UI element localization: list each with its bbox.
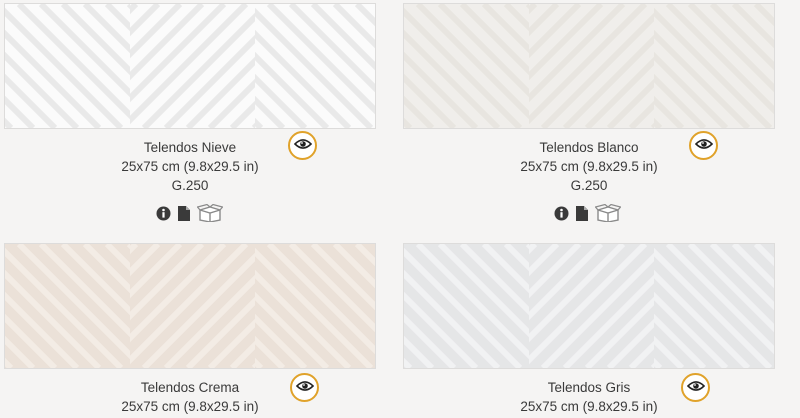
product-info: Telendos Crema 25x75 cm (9.8x29.5 in) bbox=[4, 378, 376, 416]
product-actions bbox=[554, 204, 621, 222]
product-size: 25x75 cm (9.8x29.5 in) bbox=[121, 399, 259, 414]
view-button[interactable] bbox=[288, 131, 317, 160]
product-card: Telendos Gris 25x75 cm (9.8x29.5 in) bbox=[403, 243, 775, 416]
view-button[interactable] bbox=[689, 131, 718, 160]
product-image[interactable] bbox=[4, 3, 376, 129]
product-image[interactable] bbox=[403, 243, 775, 369]
view-button[interactable] bbox=[290, 373, 319, 402]
product-image[interactable] bbox=[403, 3, 775, 129]
product-size: 25x75 cm (9.8x29.5 in) bbox=[121, 159, 259, 174]
document-icon[interactable] bbox=[576, 205, 588, 221]
product-info: Telendos Blanco 25x75 cm (9.8x29.5 in) G… bbox=[403, 138, 775, 195]
eye-icon bbox=[293, 137, 312, 155]
eye-icon bbox=[686, 379, 705, 397]
box-icon[interactable] bbox=[595, 204, 621, 222]
product-name: Telendos Blanco bbox=[539, 140, 639, 155]
view-button[interactable] bbox=[681, 373, 710, 402]
product-actions bbox=[156, 204, 223, 222]
product-card: Telendos Crema 25x75 cm (9.8x29.5 in) bbox=[4, 243, 376, 416]
document-icon[interactable] bbox=[178, 205, 190, 221]
product-card: Telendos Nieve 25x75 cm (9.8x29.5 in) G.… bbox=[4, 3, 376, 222]
product-name: Telendos Crema bbox=[140, 380, 240, 395]
product-size: 25x75 cm (9.8x29.5 in) bbox=[520, 399, 658, 414]
product-image[interactable] bbox=[4, 243, 376, 369]
product-info: Telendos Gris 25x75 cm (9.8x29.5 in) bbox=[403, 378, 775, 416]
product-card: Telendos Blanco 25x75 cm (9.8x29.5 in) G… bbox=[403, 3, 775, 222]
info-icon[interactable] bbox=[156, 206, 171, 221]
info-icon[interactable] bbox=[554, 206, 569, 221]
eye-icon bbox=[694, 137, 713, 155]
product-name: Telendos Gris bbox=[547, 380, 631, 395]
product-size: 25x75 cm (9.8x29.5 in) bbox=[520, 159, 658, 174]
product-grade: G.250 bbox=[171, 178, 209, 193]
eye-icon bbox=[295, 379, 314, 397]
product-grade: G.250 bbox=[570, 178, 608, 193]
product-info: Telendos Nieve 25x75 cm (9.8x29.5 in) G.… bbox=[4, 138, 376, 195]
box-icon[interactable] bbox=[197, 204, 223, 222]
product-name: Telendos Nieve bbox=[143, 140, 237, 155]
